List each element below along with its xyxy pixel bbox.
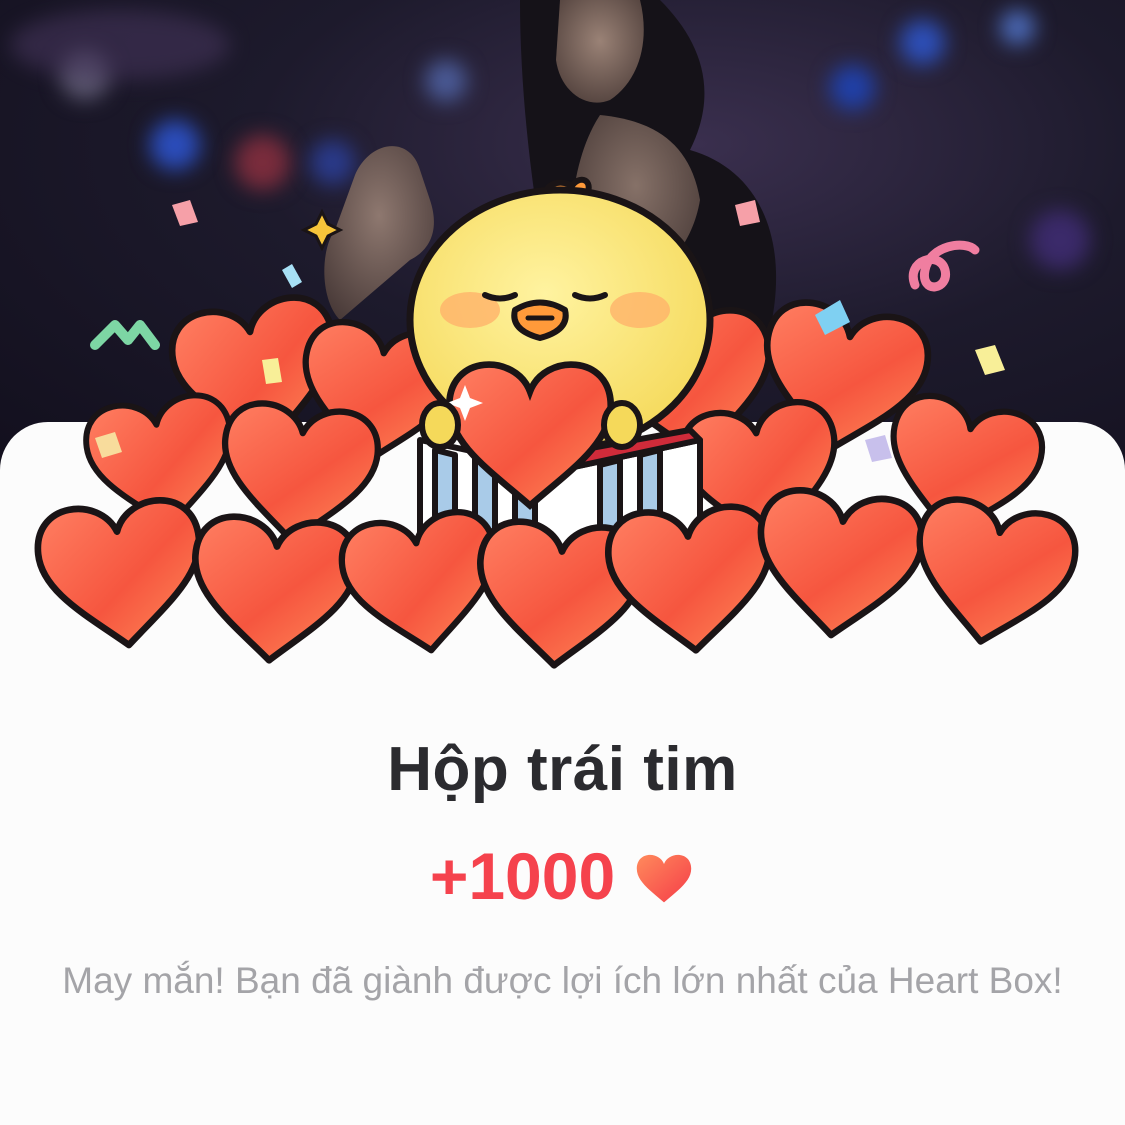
reward-row: +1000 [0, 838, 1125, 914]
dialog-title: Hộp trái tim [387, 735, 738, 804]
reward-amount: +1000 [429, 839, 616, 913]
heart-icon [188, 514, 359, 666]
heart-icon [34, 496, 209, 653]
heart-icon [904, 494, 1082, 656]
dialog-description: May mắn! Bạn đã giành được lợi ích lớn n… [62, 960, 1063, 1001]
heart-box-dialog: Hộp trái tim +1000 May mắn! Bạn đã giành… [0, 0, 1125, 1125]
heart-box-illustration [0, 176, 1125, 680]
heart-icon [636, 854, 692, 903]
heart-icon [606, 504, 777, 656]
heart-icon [751, 486, 926, 643]
